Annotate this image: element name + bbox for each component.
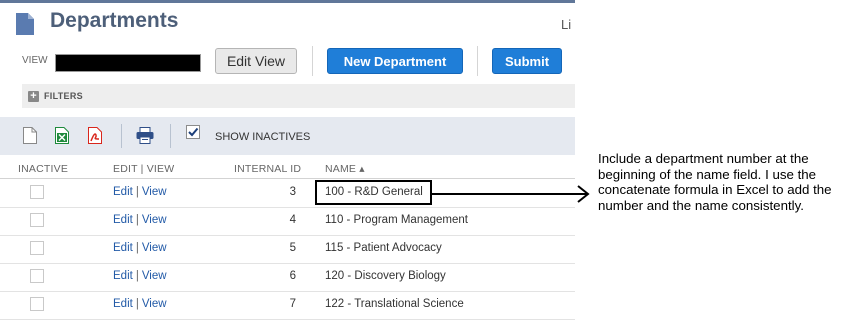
internal-id-cell: 7: [289, 298, 296, 310]
view-link[interactable]: View: [142, 186, 167, 198]
document-icon[interactable]: [23, 127, 37, 149]
column-header-internal-id[interactable]: INTERNAL ID: [234, 163, 301, 175]
inactive-checkbox[interactable]: [30, 269, 44, 283]
view-link[interactable]: View: [142, 270, 167, 282]
top-accent-bar: [0, 0, 575, 3]
column-header-inactive[interactable]: INACTIVE: [18, 163, 68, 175]
view-select[interactable]: [55, 54, 201, 72]
annotation-text: Include a department number at the begin…: [598, 151, 832, 213]
view-link[interactable]: View: [142, 214, 167, 226]
column-header-edit-view: EDIT | VIEW: [113, 163, 175, 175]
netsuite-panel: Departments Li VIEW Edit View New Depart…: [0, 0, 575, 325]
view-link[interactable]: View: [142, 298, 167, 310]
link-separator: |: [135, 270, 139, 282]
edit-link[interactable]: Edit: [113, 270, 133, 282]
table-row: Edit | View 5 115 - Patient Advocacy: [0, 235, 575, 264]
inactive-checkbox[interactable]: [30, 185, 44, 199]
name-cell: 122 - Translational Science: [325, 298, 464, 310]
inactive-checkbox[interactable]: [30, 297, 44, 311]
link-separator: |: [135, 214, 139, 226]
table-row: Edit | View 6 120 - Discovery Biology: [0, 263, 575, 292]
view-link[interactable]: View: [142, 242, 167, 254]
submit-button[interactable]: Submit: [492, 48, 562, 74]
internal-id-cell: 4: [289, 214, 296, 226]
arrow-icon: [432, 185, 590, 203]
inactive-checkbox[interactable]: [30, 213, 44, 227]
link-separator: |: [135, 298, 139, 310]
filters-label: FILTERS: [44, 91, 83, 101]
internal-id-cell: 6: [289, 270, 296, 282]
internal-id-cell: 5: [289, 242, 296, 254]
table-row: Edit | View 7 122 - Translational Science: [0, 291, 575, 320]
name-cell: 110 - Program Management: [325, 214, 468, 226]
table-row: Edit | View 4 110 - Program Management: [0, 207, 575, 236]
toolbar-divider: [170, 124, 171, 148]
link-separator: |: [135, 242, 139, 254]
edit-link[interactable]: Edit: [113, 242, 133, 254]
link-separator: |: [135, 186, 139, 198]
edit-link[interactable]: Edit: [113, 298, 133, 310]
new-department-button[interactable]: New Department: [327, 48, 463, 74]
inactive-checkbox[interactable]: [30, 241, 44, 255]
internal-id-cell: 3: [289, 186, 296, 198]
expand-plus-icon[interactable]: +: [28, 90, 39, 102]
name-cell: 120 - Discovery Biology: [325, 270, 446, 282]
show-inactives-label: SHOW INACTIVES: [215, 131, 311, 143]
edit-view-button[interactable]: Edit View: [215, 48, 297, 74]
print-icon[interactable]: [136, 127, 154, 149]
edit-link[interactable]: Edit: [113, 214, 133, 226]
list-toolbar: SHOW INACTIVES: [0, 117, 575, 155]
pdf-icon[interactable]: [88, 127, 102, 149]
divider: [477, 46, 478, 76]
document-page-icon: [16, 13, 34, 35]
view-label: VIEW: [22, 55, 48, 66]
divider: [312, 46, 313, 76]
edit-link[interactable]: Edit: [113, 186, 133, 198]
filters-bar[interactable]: + FILTERS: [22, 84, 575, 108]
name-cell: 115 - Patient Advocacy: [325, 242, 442, 254]
list-link[interactable]: Li: [561, 17, 571, 32]
column-header-name[interactable]: NAME ▴: [325, 163, 365, 175]
highlight-box: [315, 180, 432, 205]
excel-icon[interactable]: [55, 127, 69, 149]
toolbar-divider: [121, 124, 122, 148]
page-title: Departments: [50, 9, 179, 32]
show-inactives-checkbox[interactable]: [186, 125, 200, 144]
